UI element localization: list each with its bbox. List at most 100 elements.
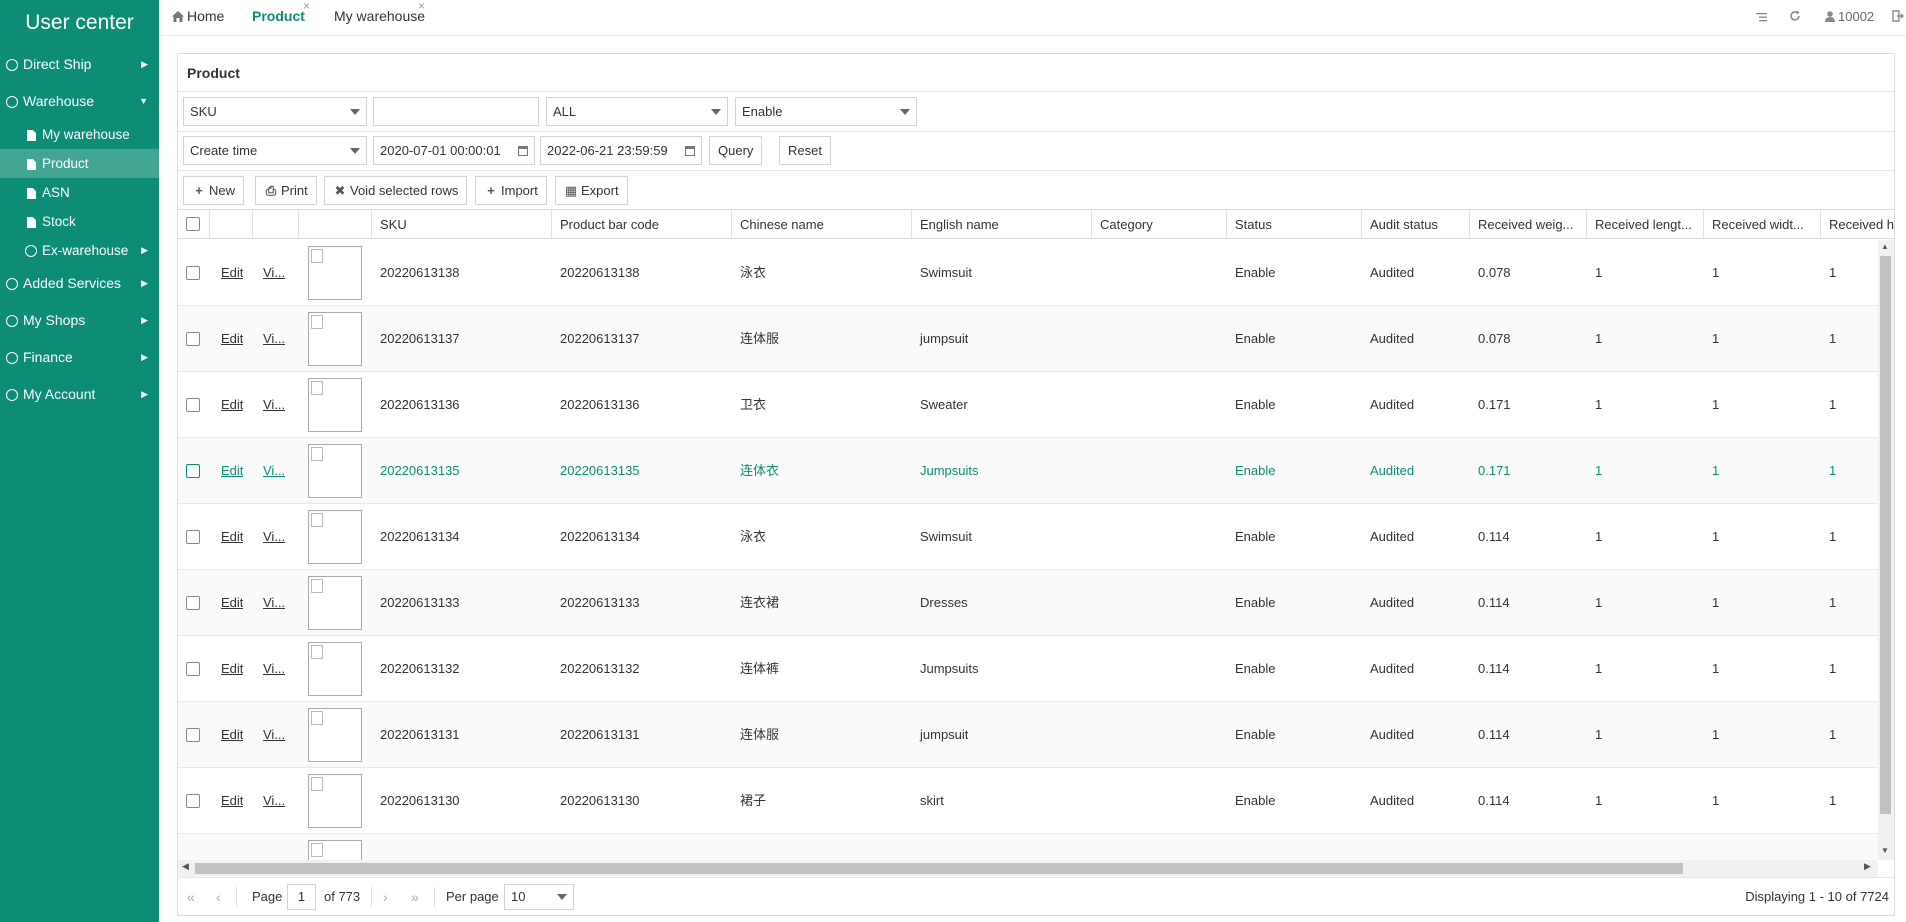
sidebar-subitem-asn[interactable]: ASN <box>0 178 159 207</box>
row-checkbox[interactable] <box>186 398 200 412</box>
sidebar-item-direct-ship[interactable]: Direct Ship ▶ <box>0 46 159 83</box>
list-icon[interactable] <box>1756 0 1767 33</box>
last-page-icon[interactable]: » <box>411 878 419 916</box>
search-input[interactable] <box>373 97 539 126</box>
edit-link[interactable]: Edit <box>213 570 243 635</box>
header-checkbox-cell[interactable] <box>178 210 210 238</box>
table-row[interactable]: Edit Vi... 20220613137 20220613137 连体服 j… <box>178 306 1878 372</box>
column-header-barcode[interactable]: Product bar code <box>552 210 732 238</box>
scroll-right-icon[interactable]: ▶ <box>1864 861 1871 872</box>
sidebar-item-my-shops[interactable]: My Shops ▶ <box>0 302 159 339</box>
close-icon[interactable]: × <box>303 0 310 23</box>
edit-link[interactable]: Edit <box>213 240 243 305</box>
edit-link[interactable]: Edit <box>213 372 243 437</box>
edit-link[interactable]: Edit <box>213 306 243 371</box>
status-select[interactable]: Enable <box>735 97 917 126</box>
view-link[interactable]: Vi... <box>255 438 285 503</box>
calendar-icon[interactable] <box>518 146 528 156</box>
table-row[interactable]: Edit Vi... 20220613132 20220613132 连体裤 J… <box>178 636 1878 702</box>
column-header-received-weight[interactable]: Received weig... <box>1470 210 1587 238</box>
column-header-chinese-name[interactable]: Chinese name <box>732 210 912 238</box>
calendar-icon[interactable] <box>685 146 695 156</box>
next-page-icon[interactable]: › <box>383 878 388 916</box>
per-page-select[interactable]: 10 <box>504 884 574 910</box>
vertical-scroll-thumb[interactable] <box>1880 256 1891 814</box>
field-select[interactable]: SKU <box>183 97 367 126</box>
view-link[interactable]: Vi... <box>255 768 285 833</box>
vertical-scrollbar[interactable]: ▲ ▼ <box>1878 240 1894 860</box>
column-header-category[interactable]: Category <box>1092 210 1227 238</box>
row-checkbox[interactable] <box>186 728 200 742</box>
row-checkbox[interactable] <box>186 464 200 478</box>
view-link[interactable]: Vi... <box>255 306 285 371</box>
import-button[interactable]: + Import <box>475 176 547 205</box>
column-header-sku[interactable]: SKU <box>372 210 552 238</box>
view-link[interactable]: Vi... <box>255 504 285 569</box>
row-checkbox[interactable] <box>186 332 200 346</box>
table-row[interactable]: Edit Vi... 20220613135 20220613135 连体衣 J… <box>178 438 1878 504</box>
row-checkbox[interactable] <box>186 596 200 610</box>
edit-link[interactable]: Edit <box>213 438 243 503</box>
tab-home[interactable]: Home <box>172 0 224 33</box>
table-row-partial[interactable] <box>178 834 1878 860</box>
table-row[interactable]: Edit Vi... 20220613131 20220613131 连体服 j… <box>178 702 1878 768</box>
sidebar-subitem-product[interactable]: Product <box>0 149 159 178</box>
export-button[interactable]: ▦ Export <box>555 176 628 205</box>
new-button[interactable]: + New <box>183 176 245 205</box>
sidebar-subitem-my-warehouse[interactable]: My warehouse <box>0 120 159 149</box>
scroll-down-icon[interactable]: ▼ <box>1881 846 1889 855</box>
horizontal-scroll-thumb[interactable] <box>195 863 1683 874</box>
tab-product[interactable]: Product × <box>252 0 310 33</box>
sidebar-item-warehouse[interactable]: Warehouse ▼ <box>0 83 159 120</box>
horizontal-scrollbar[interactable]: ◀ ▶ <box>178 860 1878 877</box>
select-all-checkbox[interactable] <box>186 217 200 231</box>
print-button[interactable]: ⎙ Print <box>255 176 317 205</box>
column-header-english-name[interactable]: English name <box>912 210 1092 238</box>
row-checkbox[interactable] <box>186 266 200 280</box>
column-header-status[interactable]: Status <box>1227 210 1362 238</box>
row-checkbox[interactable] <box>186 794 200 808</box>
row-checkbox[interactable] <box>186 662 200 676</box>
column-header-received-length[interactable]: Received lengt... <box>1587 210 1704 238</box>
table-row[interactable]: Edit Vi... 20220613130 20220613130 裙子 sk… <box>178 768 1878 834</box>
sidebar-item-finance[interactable]: Finance ▶ <box>0 339 159 376</box>
edit-link[interactable]: Edit <box>213 636 243 701</box>
edit-link[interactable]: Edit <box>213 768 243 833</box>
column-header-received-height[interactable]: Received h <box>1821 210 1894 238</box>
first-page-icon[interactable]: « <box>187 878 195 916</box>
user-menu[interactable]: 10002 <box>1825 0 1874 33</box>
sidebar-subitem-stock[interactable]: Stock <box>0 207 159 236</box>
refresh-icon[interactable] <box>1789 0 1801 33</box>
column-header-received-width[interactable]: Received widt... <box>1704 210 1821 238</box>
type-select[interactable]: ALL <box>546 97 728 126</box>
sidebar-subitem-ex-warehouse[interactable]: Ex-warehouse ▶ <box>0 236 159 265</box>
logout-icon[interactable] <box>1892 0 1904 33</box>
edit-link[interactable]: Edit <box>213 702 243 767</box>
time-select[interactable]: Create time <box>183 136 367 165</box>
view-link[interactable]: Vi... <box>255 570 285 635</box>
edit-link[interactable]: Edit <box>213 504 243 569</box>
view-link[interactable]: Vi... <box>255 702 285 767</box>
page-number-input[interactable]: 1 <box>287 884 316 910</box>
sidebar-item-my-account[interactable]: My Account ▶ <box>0 376 159 413</box>
scroll-up-icon[interactable]: ▲ <box>1881 242 1889 251</box>
table-row[interactable]: Edit Vi... 20220613133 20220613133 连衣裙 D… <box>178 570 1878 636</box>
prev-page-icon[interactable]: ‹ <box>216 878 221 916</box>
close-icon[interactable]: × <box>418 0 425 23</box>
view-link[interactable]: Vi... <box>255 372 285 437</box>
row-checkbox[interactable] <box>186 530 200 544</box>
table-row[interactable]: Edit Vi... 20220613138 20220613138 泳衣 Sw… <box>178 240 1878 306</box>
date-to-input[interactable]: 2022-06-21 23:59:59 <box>540 136 702 165</box>
view-link[interactable]: Vi... <box>255 240 285 305</box>
void-selected-button[interactable]: ✖ Void selected rows <box>324 176 468 205</box>
tab-my-warehouse[interactable]: My warehouse × <box>334 0 425 33</box>
column-header-audit-status[interactable]: Audit status <box>1362 210 1470 238</box>
table-row[interactable]: Edit Vi... 20220613136 20220613136 卫衣 Sw… <box>178 372 1878 438</box>
date-from-input[interactable]: 2020-07-01 00:00:01 <box>373 136 535 165</box>
query-button[interactable]: Query <box>709 136 763 165</box>
table-row[interactable]: Edit Vi... 20220613134 20220613134 泳衣 Sw… <box>178 504 1878 570</box>
sidebar-item-added-services[interactable]: Added Services ▶ <box>0 265 159 302</box>
view-link[interactable]: Vi... <box>255 636 285 701</box>
reset-button[interactable]: Reset <box>779 136 831 165</box>
scroll-left-icon[interactable]: ◀ <box>182 861 189 872</box>
